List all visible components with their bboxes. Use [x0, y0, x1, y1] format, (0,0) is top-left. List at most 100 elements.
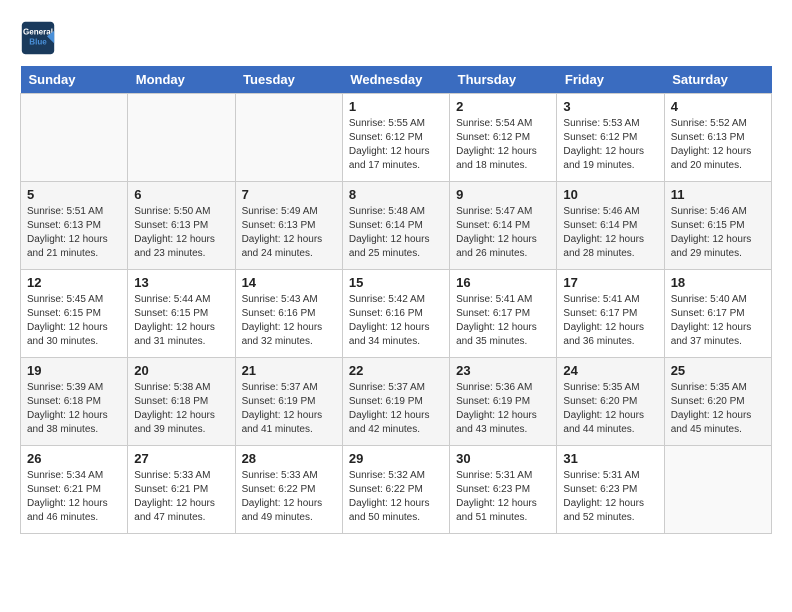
day-info: Sunrise: 5:31 AMSunset: 6:23 PMDaylight:…	[456, 469, 550, 525]
day-number: 31	[563, 451, 657, 466]
day-info: Sunrise: 5:50 AMSunset: 6:13 PMDaylight:…	[134, 205, 228, 261]
day-info: Sunrise: 5:34 AMSunset: 6:21 PMDaylight:…	[27, 469, 121, 525]
svg-text:General: General	[23, 27, 53, 36]
calendar-cell: 12 Sunrise: 5:45 AMSunset: 6:15 PMDayligh…	[21, 270, 128, 358]
calendar-cell: 20 Sunrise: 5:38 AMSunset: 6:18 PMDayligh…	[128, 358, 235, 446]
day-number: 23	[456, 363, 550, 378]
logo-icon: General Blue	[20, 20, 56, 56]
day-number: 30	[456, 451, 550, 466]
day-info: Sunrise: 5:39 AMSunset: 6:18 PMDaylight:…	[27, 381, 121, 437]
calendar-cell: 31Sunrise: 5:31 AMSunset: 6:23 PMDayligh…	[557, 446, 664, 534]
calendar-cell	[21, 94, 128, 182]
day-info: Sunrise: 5:48 AMSunset: 6:14 PMDaylight:…	[349, 205, 443, 261]
day-info: Sunrise: 5:42 AMSunset: 6:16 PMDaylight:…	[349, 293, 443, 349]
calendar-cell: 30 Sunrise: 5:31 AMSunset: 6:23 PMDayligh…	[450, 446, 557, 534]
day-number: 13	[134, 275, 228, 290]
day-info: Sunrise: 5:54 AMSunset: 6:12 PMDaylight:…	[456, 117, 550, 173]
weekday-header-tuesday: Tuesday	[235, 66, 342, 94]
day-number: 12	[27, 275, 121, 290]
calendar-cell: 23 Sunrise: 5:36 AMSunset: 6:19 PMDayligh…	[450, 358, 557, 446]
day-number: 20	[134, 363, 228, 378]
day-number: 14	[242, 275, 336, 290]
calendar-week-2: 5Sunrise: 5:51 AMSunset: 6:13 PMDaylight…	[21, 182, 772, 270]
weekday-header-sunday: Sunday	[21, 66, 128, 94]
page-header: General Blue	[20, 20, 772, 56]
day-number: 24	[563, 363, 657, 378]
calendar-cell: 26 Sunrise: 5:34 AMSunset: 6:21 PMDayligh…	[21, 446, 128, 534]
day-info: Sunrise: 5:35 AMSunset: 6:20 PMDaylight:…	[671, 381, 765, 437]
day-info: Sunrise: 5:35 AMSunset: 6:20 PMDaylight:…	[563, 381, 657, 437]
logo: General Blue	[20, 20, 56, 56]
day-info: Sunrise: 5:37 AMSunset: 6:19 PMDaylight:…	[242, 381, 336, 437]
day-number: 7	[242, 187, 336, 202]
day-number: 16	[456, 275, 550, 290]
calendar-cell: 7 Sunrise: 5:49 AMSunset: 6:13 PMDaylight…	[235, 182, 342, 270]
day-info: Sunrise: 5:36 AMSunset: 6:19 PMDaylight:…	[456, 381, 550, 437]
day-number: 3	[563, 99, 657, 114]
day-info: Sunrise: 5:41 AMSunset: 6:17 PMDaylight:…	[456, 293, 550, 349]
day-number: 9	[456, 187, 550, 202]
day-info: Sunrise: 5:51 AMSunset: 6:13 PMDaylight:…	[27, 205, 121, 261]
day-number: 4	[671, 99, 765, 114]
calendar-week-4: 19 Sunrise: 5:39 AMSunset: 6:18 PMDayligh…	[21, 358, 772, 446]
day-number: 11	[671, 187, 765, 202]
day-info: Sunrise: 5:45 AMSunset: 6:15 PMDaylight:…	[27, 293, 121, 349]
day-number: 29	[349, 451, 443, 466]
calendar-cell: 18 Sunrise: 5:40 AMSunset: 6:17 PMDayligh…	[664, 270, 771, 358]
calendar-cell	[235, 94, 342, 182]
calendar-cell: 29Sunrise: 5:32 AMSunset: 6:22 PMDayligh…	[342, 446, 449, 534]
calendar-cell: 24 Sunrise: 5:35 AMSunset: 6:20 PMDayligh…	[557, 358, 664, 446]
calendar-cell: 15 Sunrise: 5:42 AMSunset: 6:16 PMDayligh…	[342, 270, 449, 358]
calendar-cell: 19 Sunrise: 5:39 AMSunset: 6:18 PMDayligh…	[21, 358, 128, 446]
calendar-cell: 5Sunrise: 5:51 AMSunset: 6:13 PMDaylight…	[21, 182, 128, 270]
day-info: Sunrise: 5:46 AMSunset: 6:15 PMDaylight:…	[671, 205, 765, 261]
calendar-cell	[128, 94, 235, 182]
day-info: Sunrise: 5:53 AMSunset: 6:12 PMDaylight:…	[563, 117, 657, 173]
weekday-header-monday: Monday	[128, 66, 235, 94]
day-number: 15	[349, 275, 443, 290]
day-info: Sunrise: 5:40 AMSunset: 6:17 PMDaylight:…	[671, 293, 765, 349]
day-number: 17	[563, 275, 657, 290]
calendar-cell: 13 Sunrise: 5:44 AMSunset: 6:15 PMDayligh…	[128, 270, 235, 358]
day-info: Sunrise: 5:37 AMSunset: 6:19 PMDaylight:…	[349, 381, 443, 437]
calendar-cell: 3 Sunrise: 5:53 AMSunset: 6:12 PMDaylight…	[557, 94, 664, 182]
calendar-cell: 17 Sunrise: 5:41 AMSunset: 6:17 PMDayligh…	[557, 270, 664, 358]
day-info: Sunrise: 5:52 AMSunset: 6:13 PMDaylight:…	[671, 117, 765, 173]
day-number: 21	[242, 363, 336, 378]
weekday-header-wednesday: Wednesday	[342, 66, 449, 94]
calendar-cell: 2 Sunrise: 5:54 AMSunset: 6:12 PMDaylight…	[450, 94, 557, 182]
calendar-cell: 8 Sunrise: 5:48 AMSunset: 6:14 PMDaylight…	[342, 182, 449, 270]
day-info: Sunrise: 5:33 AMSunset: 6:21 PMDaylight:…	[134, 469, 228, 525]
calendar-cell: 4 Sunrise: 5:52 AMSunset: 6:13 PMDaylight…	[664, 94, 771, 182]
calendar-cell: 14 Sunrise: 5:43 AMSunset: 6:16 PMDayligh…	[235, 270, 342, 358]
day-info: Sunrise: 5:38 AMSunset: 6:18 PMDaylight:…	[134, 381, 228, 437]
day-info: Sunrise: 5:44 AMSunset: 6:15 PMDaylight:…	[134, 293, 228, 349]
day-info: Sunrise: 5:49 AMSunset: 6:13 PMDaylight:…	[242, 205, 336, 261]
day-number: 10	[563, 187, 657, 202]
calendar-cell: 22 Sunrise: 5:37 AMSunset: 6:19 PMDayligh…	[342, 358, 449, 446]
day-info: Sunrise: 5:47 AMSunset: 6:14 PMDaylight:…	[456, 205, 550, 261]
day-number: 18	[671, 275, 765, 290]
day-info: Sunrise: 5:43 AMSunset: 6:16 PMDaylight:…	[242, 293, 336, 349]
weekday-header-friday: Friday	[557, 66, 664, 94]
calendar-cell: 10Sunrise: 5:46 AMSunset: 6:14 PMDayligh…	[557, 182, 664, 270]
day-number: 27	[134, 451, 228, 466]
day-number: 1	[349, 99, 443, 114]
day-number: 26	[27, 451, 121, 466]
calendar-cell: 27 Sunrise: 5:33 AMSunset: 6:21 PMDayligh…	[128, 446, 235, 534]
day-info: Sunrise: 5:55 AMSunset: 6:12 PMDaylight:…	[349, 117, 443, 173]
weekday-header-thursday: Thursday	[450, 66, 557, 94]
day-number: 2	[456, 99, 550, 114]
calendar-table: SundayMondayTuesdayWednesdayThursdayFrid…	[20, 66, 772, 534]
calendar-week-5: 26 Sunrise: 5:34 AMSunset: 6:21 PMDayligh…	[21, 446, 772, 534]
day-number: 25	[671, 363, 765, 378]
calendar-week-1: 1 Sunrise: 5:55 AMSunset: 6:12 PMDaylight…	[21, 94, 772, 182]
day-number: 22	[349, 363, 443, 378]
day-info: Sunrise: 5:41 AMSunset: 6:17 PMDaylight:…	[563, 293, 657, 349]
day-number: 28	[242, 451, 336, 466]
calendar-cell: 28Sunrise: 5:33 AMSunset: 6:22 PMDayligh…	[235, 446, 342, 534]
day-number: 19	[27, 363, 121, 378]
calendar-cell: 1 Sunrise: 5:55 AMSunset: 6:12 PMDaylight…	[342, 94, 449, 182]
day-number: 8	[349, 187, 443, 202]
calendar-cell	[664, 446, 771, 534]
